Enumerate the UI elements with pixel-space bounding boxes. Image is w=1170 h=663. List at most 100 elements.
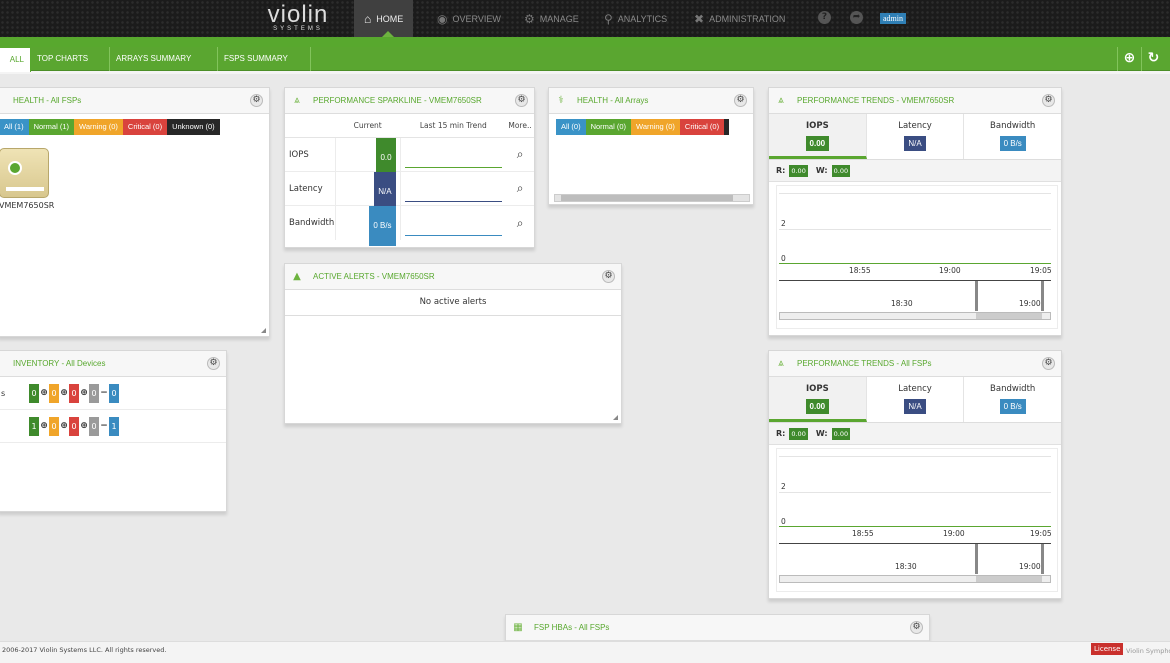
count-warning: 0 bbox=[49, 383, 59, 403]
chart-scrollbar[interactable] bbox=[779, 575, 1051, 583]
gear-icon[interactable]: ⚙ bbox=[515, 94, 528, 107]
zoom-icon[interactable]: ⌕ bbox=[506, 181, 534, 196]
gear-icon[interactable]: ⚙ bbox=[602, 270, 615, 283]
navigator-handle-left[interactable] bbox=[975, 544, 978, 574]
refresh-button[interactable]: ↻ bbox=[1141, 47, 1165, 71]
zoom-icon[interactable]: ⌕ bbox=[506, 216, 534, 231]
nav-manage[interactable]: ⚙ MANAGE bbox=[524, 0, 579, 37]
trend-panel-all-fsps: ⩓ PERFORMANCE TRENDS - All FSPs ⚙ IOPS 0.… bbox=[768, 350, 1062, 599]
header-trend: Last 15 min Trend bbox=[419, 121, 487, 130]
write-label: W: bbox=[815, 166, 828, 175]
user-menu[interactable]: admin bbox=[880, 13, 906, 24]
tab-top-charts[interactable]: TOP CHARTS bbox=[31, 47, 110, 71]
tab-all[interactable]: ALL bbox=[0, 47, 31, 72]
filter-warning[interactable]: Warning (0) bbox=[74, 119, 123, 135]
navigator-handle-left[interactable] bbox=[975, 281, 978, 311]
navigator-handle-right[interactable] bbox=[1041, 281, 1044, 311]
filter-critical[interactable]: Critical (0) bbox=[679, 119, 725, 135]
filter-pills: All (0) Normal (0) Warning (0) Critical … bbox=[556, 119, 753, 135]
chart-icon: ⩓ bbox=[778, 95, 784, 106]
scrollbar-thumb[interactable] bbox=[976, 313, 1042, 319]
violin-logo[interactable]: violin SYSTEMS bbox=[258, 3, 338, 34]
inventory-row[interactable]: 1 ⊕ 0 ⊕ 0 ⊕ 0 − 1 bbox=[0, 410, 226, 443]
tab-arrays-summary[interactable]: ARRAYS SUMMARY bbox=[110, 47, 218, 71]
device-icon[interactable] bbox=[0, 148, 49, 198]
tab-iops[interactable]: IOPS 0.00 bbox=[769, 114, 867, 159]
chart-scrollbar[interactable] bbox=[779, 312, 1051, 320]
device-label[interactable]: VMEM7650SR bbox=[0, 201, 54, 210]
nav-overview[interactable]: ◉ OVERVIEW bbox=[437, 0, 501, 37]
scrollbar-thumb[interactable] bbox=[976, 576, 1042, 582]
sparkline-row-latency: Latency N/A ⌕ bbox=[285, 171, 534, 212]
equals-icon: − bbox=[100, 421, 108, 431]
panel-header: ▦ FSP HBAs - All FSPs ⚙ bbox=[506, 615, 929, 641]
trend-chart[interactable]: 2 0 18:55 19:00 19:05 18:30 19:00 bbox=[776, 185, 1058, 329]
gear-icon[interactable]: ⚙ bbox=[207, 357, 220, 370]
resize-handle[interactable] bbox=[613, 415, 618, 420]
gear-icon[interactable]: ⚙ bbox=[1042, 357, 1055, 370]
dashboard-tabbar: ALL TOP CHARTS ARRAYS SUMMARY FSPS SUMMA… bbox=[0, 37, 1170, 74]
device-slot bbox=[6, 187, 44, 191]
inventory-panel: INVENTORY - All Devices ⚙ s 0 ⊕ 0 ⊕ 0 ⊕ … bbox=[0, 350, 227, 512]
add-widget-button[interactable]: ⊕ bbox=[1117, 47, 1141, 71]
license-link[interactable]: License bbox=[1091, 643, 1124, 655]
tab-iops[interactable]: IOPS 0.00 bbox=[769, 377, 867, 422]
chart-icon: ⩓ bbox=[294, 95, 300, 106]
gear-icon[interactable]: ⚙ bbox=[250, 94, 263, 107]
read-write-row: R: 0.00 W: 0.00 bbox=[769, 423, 1061, 445]
tab-bandwidth[interactable]: Bandwidth 0 B/s bbox=[964, 377, 1061, 422]
panel-title: HEALTH - All FSPs bbox=[13, 96, 82, 105]
hbas-panel: ▦ FSP HBAs - All FSPs ⚙ bbox=[505, 614, 930, 642]
inventory-row[interactable]: s 0 ⊕ 0 ⊕ 0 ⊕ 0 − 0 bbox=[0, 377, 226, 410]
sparkline-line bbox=[404, 166, 503, 168]
plus-icon: ⊕ bbox=[60, 421, 68, 431]
filter-normal[interactable]: Normal (0) bbox=[585, 119, 632, 135]
count-warning: 0 bbox=[49, 416, 59, 436]
navigator-handle-right[interactable] bbox=[1041, 544, 1044, 574]
nav-analytics[interactable]: ⚲ ANALYTICS bbox=[604, 0, 667, 37]
count-critical: 0 bbox=[69, 416, 79, 436]
filter-unknown[interactable]: Unknown (0) bbox=[167, 119, 220, 135]
tab-arrays-summary-label: ARRAYS SUMMARY bbox=[116, 54, 192, 63]
help-icon[interactable]: ? bbox=[818, 11, 831, 24]
tab-fsps-summary[interactable]: FSPS SUMMARY bbox=[218, 47, 311, 71]
gear-icon[interactable]: ⚙ bbox=[1042, 94, 1055, 107]
plus-icon: ⊕ bbox=[40, 421, 48, 431]
share-icon[interactable]: ➦ bbox=[850, 11, 863, 24]
tab-value: N/A bbox=[904, 136, 926, 151]
panel-header: ⚕ HEALTH - All Arrays ⚙ bbox=[549, 88, 753, 114]
filter-normal[interactable]: Normal (1) bbox=[28, 119, 75, 135]
filter-warning[interactable]: Warning (0) bbox=[631, 119, 680, 135]
metric-tabs: IOPS 0.00 Latency N/A Bandwidth 0 B/s bbox=[769, 114, 1061, 160]
count-normal: 0 bbox=[29, 383, 39, 403]
gear-icon[interactable]: ⚙ bbox=[910, 621, 923, 634]
current-cell: 0 B/s bbox=[334, 206, 401, 246]
tab-top-charts-label: TOP CHARTS bbox=[37, 54, 89, 63]
navigator[interactable]: 18:30 19:00 bbox=[779, 543, 1051, 574]
gridline bbox=[779, 193, 1051, 194]
tab-label: Bandwidth bbox=[990, 384, 1036, 394]
gridline bbox=[779, 492, 1051, 493]
filter-unknown[interactable] bbox=[724, 119, 730, 135]
table-icon: ▦ bbox=[513, 622, 523, 633]
tab-bandwidth[interactable]: Bandwidth 0 B/s bbox=[964, 114, 1061, 159]
status-ok-icon bbox=[8, 161, 22, 175]
gear-icon[interactable]: ⚙ bbox=[734, 94, 747, 107]
tab-value: 0.00 bbox=[805, 399, 830, 414]
panel-title: PERFORMANCE TRENDS - VMEM7650SR bbox=[797, 96, 955, 105]
zoom-icon[interactable]: ⌕ bbox=[506, 147, 534, 162]
chart-icon: ⩓ bbox=[778, 358, 784, 369]
filter-critical[interactable]: Critical (0) bbox=[122, 119, 168, 135]
filter-all[interactable]: All (1) bbox=[0, 119, 29, 135]
tab-latency[interactable]: Latency N/A bbox=[867, 377, 965, 422]
nav-administration[interactable]: ✖ ADMINISTRATION bbox=[694, 0, 785, 37]
filter-all[interactable]: All (0) bbox=[556, 119, 586, 135]
trend-chart[interactable]: 2 0 18:55 19:00 19:05 18:30 19:00 bbox=[776, 448, 1058, 592]
resize-handle[interactable] bbox=[261, 328, 266, 333]
read-label: R: bbox=[776, 166, 786, 175]
navigator[interactable]: 18:30 19:00 bbox=[779, 280, 1051, 311]
tab-label: IOPS bbox=[805, 121, 829, 131]
tab-latency[interactable]: Latency N/A bbox=[867, 114, 965, 159]
horizontal-scrollbar[interactable] bbox=[554, 194, 750, 202]
scrollbar-thumb[interactable] bbox=[561, 195, 733, 201]
